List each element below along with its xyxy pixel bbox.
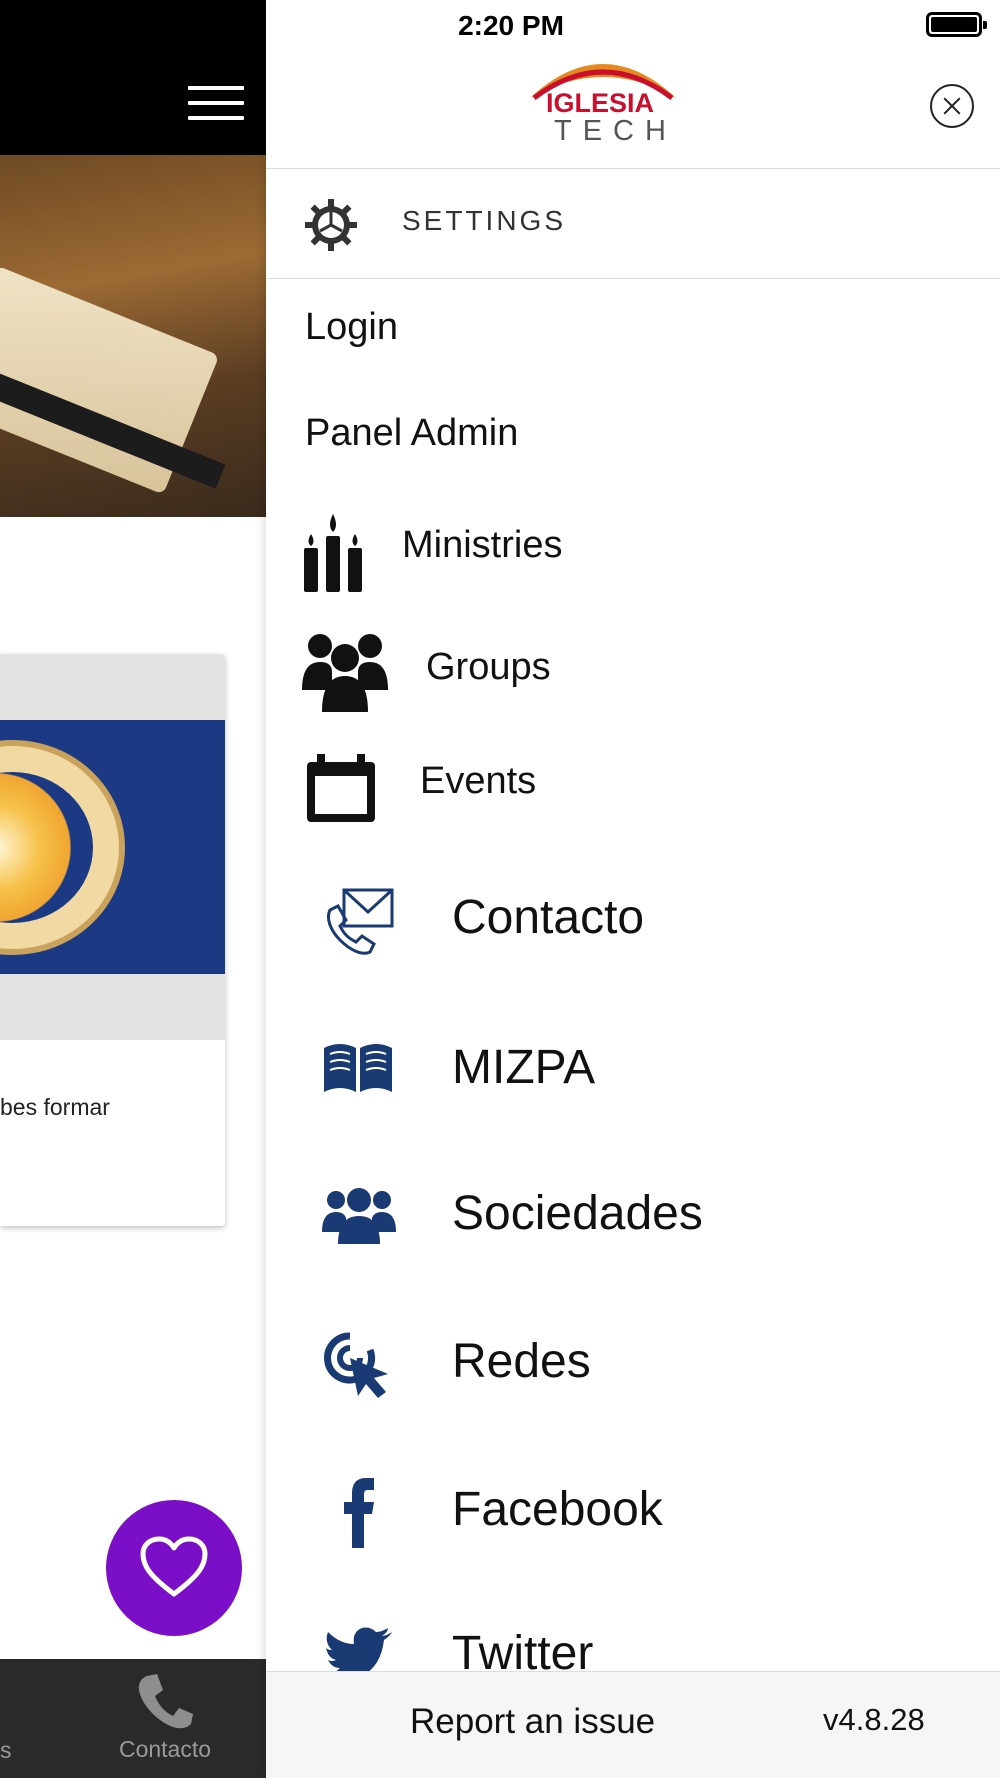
tab-label-partial[interactable]: s	[0, 1737, 12, 1764]
drawer-footer: Report an issue v4.8.28	[266, 1671, 1000, 1778]
battery-icon	[926, 12, 987, 37]
tab-contacto-label: Contacto	[118, 1736, 212, 1762]
menu-item-label: Twitter	[452, 1627, 594, 1671]
open-book-icon	[324, 1044, 392, 1092]
menu-item-sociedades[interactable]: Sociedades	[266, 1168, 1000, 1268]
menu-item-label: MIZPA	[452, 1041, 596, 1094]
settings-item[interactable]: SETTINGS	[266, 169, 1000, 279]
card-text: bes formar	[0, 1094, 110, 1120]
menu-item-events[interactable]: Events	[266, 746, 1000, 836]
report-issue-link[interactable]: Report an issue	[410, 1702, 655, 1742]
menu-item-facebook[interactable]: Facebook	[266, 1464, 1000, 1564]
menu-item-panel-admin[interactable]: Panel Admin	[305, 412, 518, 455]
menu-item-twitter[interactable]: Twitter	[266, 1612, 1000, 1671]
menu-item-label: Ministries	[402, 524, 563, 566]
card-header-band	[0, 654, 225, 720]
phone-icon	[138, 1674, 193, 1729]
candles-icon	[304, 514, 362, 592]
content-card[interactable]: bes formar	[0, 654, 225, 1226]
menu-item-groups[interactable]: Groups	[266, 626, 1000, 716]
brand-line2: TECH	[554, 115, 677, 147]
menu-item-label: Groups	[426, 646, 551, 688]
app-top-bar	[0, 0, 266, 155]
card-image	[0, 720, 225, 974]
hero-bible-image	[0, 155, 266, 517]
gear-icon	[305, 199, 357, 251]
people-group-icon	[302, 634, 388, 712]
users-icon	[322, 1188, 396, 1244]
divider	[266, 278, 1000, 279]
status-time: 2:20 PM	[458, 10, 564, 41]
calendar-icon	[307, 754, 375, 822]
settings-label: SETTINGS	[402, 205, 567, 236]
tab-contacto[interactable]: Contacto	[100, 1672, 230, 1763]
card-footer-band	[0, 974, 225, 1040]
pointer-click-icon	[324, 1332, 388, 1398]
menu-item-mizpa[interactable]: MIZPA	[266, 1020, 1000, 1120]
donate-heart-button[interactable]	[106, 1500, 242, 1636]
menu-item-label: Sociedades	[452, 1187, 703, 1240]
iglesia-tech-logo: IGLESIA TECH	[528, 50, 678, 147]
app-version: v4.8.28	[823, 1702, 925, 1737]
menu-item-redes[interactable]: Redes	[266, 1316, 1000, 1416]
menu-item-contacto[interactable]: Contacto	[266, 872, 1000, 972]
side-drawer: 2:20 PM IGLESIA TECH SETTINGS Login Pane…	[266, 0, 1000, 1778]
menu-item-label: Events	[420, 760, 537, 802]
hamburger-menu-icon[interactable]	[188, 86, 244, 120]
close-drawer-button[interactable]	[930, 84, 974, 128]
facebook-icon	[344, 1478, 374, 1548]
phone-envelope-icon	[326, 888, 394, 955]
menu-item-ministries[interactable]: Ministries	[266, 510, 1000, 600]
menu-item-login[interactable]: Login	[305, 306, 398, 349]
menu-item-label: Contacto	[452, 891, 645, 944]
twitter-bird-icon	[326, 1627, 392, 1671]
heart-icon	[140, 1536, 208, 1597]
menu-item-label: Redes	[452, 1335, 591, 1388]
background-app: bes formar s Contacto	[0, 0, 266, 1778]
church-seal-logo	[0, 740, 125, 955]
menu-item-label: Facebook	[452, 1483, 663, 1536]
